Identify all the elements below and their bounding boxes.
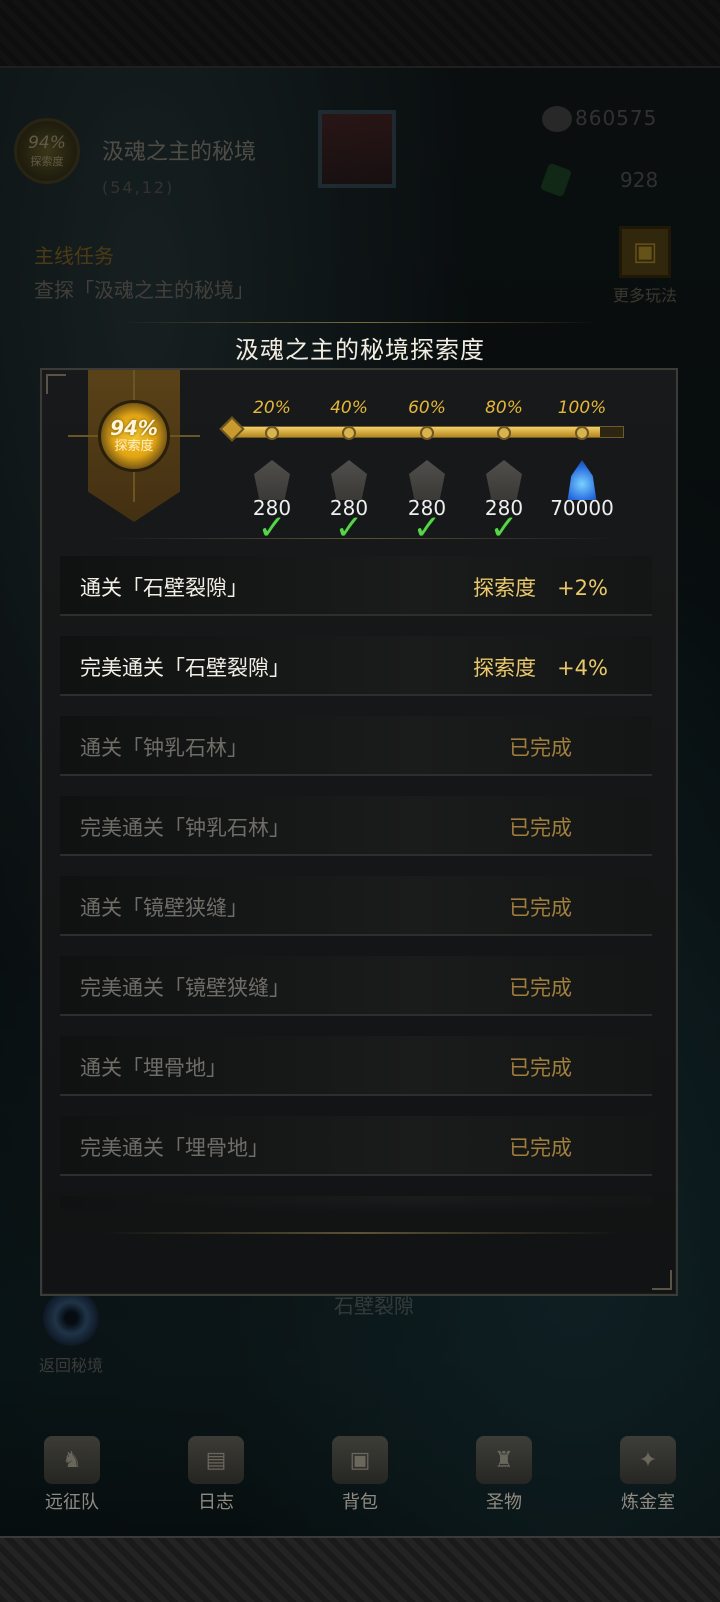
milestone-1[interactable]: 20% ✓ 280 [232, 396, 312, 548]
milestone-node [575, 426, 589, 440]
check-icon: ✓ [334, 508, 364, 548]
bottom-nav: ♞ 远征队 ▤ 日志 ▣ 背包 ♜ 圣物 ✦ 炼金室 [0, 1430, 720, 1534]
journal-icon: ▤ [188, 1436, 244, 1484]
milestone-4[interactable]: 80% ✓ 280 [464, 396, 544, 548]
nav-item-5[interactable]: ✦ 炼金室 [598, 1430, 698, 1534]
nav-label: 背包 [342, 1492, 378, 1513]
task-name: 通关「钟乳石林」 [80, 736, 248, 760]
task-name: 完美通关「石壁裂隙」 [80, 656, 290, 680]
blue-flame-icon [567, 460, 597, 500]
exploration-label: 探索度 [114, 439, 154, 454]
task-status: 已完成 [509, 816, 572, 840]
crystal-shard-icon [409, 460, 445, 500]
crystal-shard-icon [331, 460, 367, 500]
milestone-node [420, 426, 434, 440]
task-status: 已完成 [509, 896, 572, 920]
relic-icon: ♜ [476, 1436, 532, 1484]
milestone-pct: 60% [408, 398, 446, 418]
task-status: 已完成 [509, 1136, 572, 1160]
crystal-shard-icon [254, 460, 290, 500]
nav-label: 圣物 [486, 1492, 522, 1513]
milestone-5[interactable]: 100% 70000 [542, 396, 622, 520]
milestone-2[interactable]: 40% ✓ 280 [309, 396, 389, 548]
task-row[interactable]: 通关「埋骨地」 已完成 [60, 1036, 652, 1096]
milestone-pct: 80% [485, 398, 523, 418]
task-status: 已完成 [509, 736, 572, 760]
task-status: 探索度 +2% [473, 576, 608, 600]
list-fade [60, 1200, 652, 1214]
backpack-icon: ▣ [332, 1436, 388, 1484]
task-name: 完美通关「钟乳石林」 [80, 816, 290, 840]
check-icon: ✓ [489, 508, 519, 548]
task-status: 已完成 [509, 976, 572, 1000]
panel-divider [102, 538, 620, 539]
helmet-icon: ♞ [44, 1436, 100, 1484]
task-row[interactable]: 完美通关「镜壁狭缝」 已完成 [60, 956, 652, 1016]
milestone-pct: 20% [253, 398, 291, 418]
bottom-frame [0, 1536, 720, 1602]
nav-item-2[interactable]: ▤ 日志 [166, 1430, 266, 1534]
exploration-panel: 94% 探索度 20% ✓ 280 40% ✓ 280 60% ✓ 280 80% ✓ 280 100%… [40, 368, 678, 1296]
task-row[interactable]: 完美通关「钟乳石林」 已完成 [60, 796, 652, 856]
nav-item-4[interactable]: ♜ 圣物 [454, 1430, 554, 1534]
alchemy-icon: ✦ [620, 1436, 676, 1484]
exploration-pct: 94% [110, 416, 158, 440]
task-row[interactable]: 通关「石壁裂隙」 探索度 +2% [60, 556, 652, 616]
task-name: 完美通关「镜壁狭缝」 [80, 976, 290, 1000]
check-icon: ✓ [412, 508, 442, 548]
task-status: 探索度 +4% [473, 656, 608, 680]
milestone-pct: 100% [557, 398, 607, 418]
nav-label: 炼金室 [621, 1492, 675, 1513]
task-row[interactable]: 通关「钟乳石林」 已完成 [60, 716, 652, 776]
nav-item-1[interactable]: ♞ 远征队 [22, 1430, 122, 1534]
milestone-node [497, 426, 511, 440]
task-row[interactable]: 完美通关「埋骨地」 已完成 [60, 1116, 652, 1176]
nav-item-3[interactable]: ▣ 背包 [310, 1430, 410, 1534]
title-divider [120, 322, 600, 323]
nav-label: 远征队 [45, 1492, 99, 1513]
task-name: 通关「镜壁狭缝」 [80, 896, 248, 920]
task-list[interactable]: 通关「石壁裂隙」 探索度 +2% 完美通关「石壁裂隙」 探索度 +4% 通关「钟乳石林」… [60, 556, 652, 1212]
check-icon: ✓ [257, 508, 287, 548]
panel-title: 汲魂之主的秘境探索度 [235, 336, 485, 364]
task-row[interactable]: 通关「镜壁狭缝」 已完成 [60, 876, 652, 936]
milestone-3[interactable]: 60% ✓ 280 [387, 396, 467, 548]
task-row[interactable]: 完美通关「石壁裂隙」 探索度 +4% [60, 636, 652, 696]
task-name: 完美通关「埋骨地」 [80, 1136, 269, 1160]
task-status: 已完成 [509, 1056, 572, 1080]
task-name: 通关「埋骨地」 [80, 1056, 227, 1080]
milestone-node [265, 426, 279, 440]
bottom-ornament [102, 1232, 620, 1234]
task-name: 通关「石壁裂隙」 [80, 576, 248, 600]
nav-label: 日志 [198, 1492, 234, 1513]
crystal-shard-icon [486, 460, 522, 500]
exploration-compass: 94% 探索度 [98, 400, 170, 472]
milestone-pct: 40% [330, 398, 368, 418]
milestone-node [342, 426, 356, 440]
